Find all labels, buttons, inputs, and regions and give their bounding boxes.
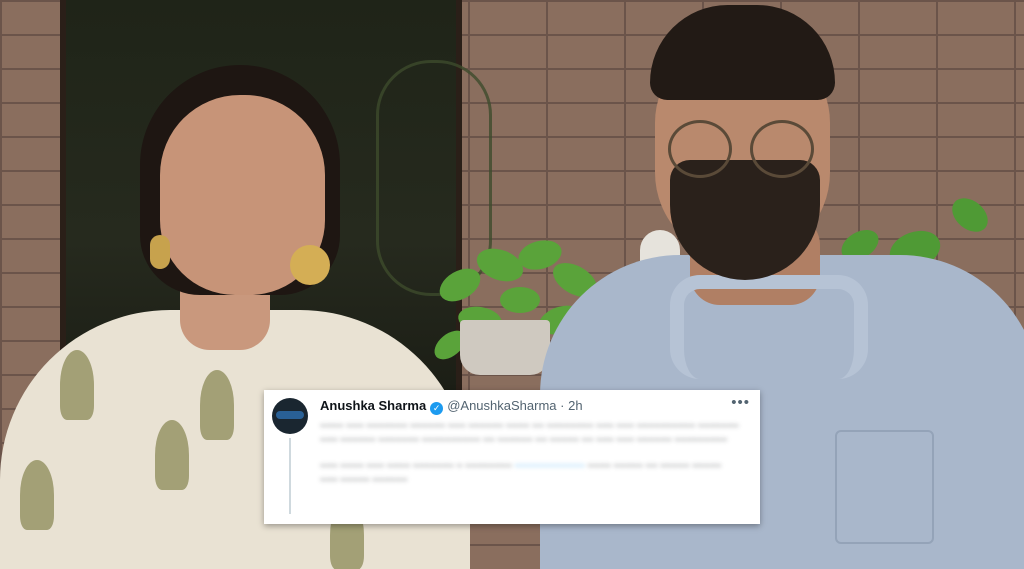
author-name[interactable]: Anushka Sharma	[320, 398, 426, 413]
author-handle[interactable]: @AnushkaSharma	[447, 398, 556, 413]
shirt-collar	[670, 275, 868, 379]
tweet-header: Anushka Sharma ✓ @AnushkaSharma · 2h	[320, 398, 583, 415]
kurta-motif	[20, 460, 54, 530]
tweet-timestamp[interactable]: 2h	[568, 398, 582, 413]
more-options-icon[interactable]: •••	[731, 394, 750, 411]
avatar-graphic	[276, 411, 304, 419]
kurta-motif	[200, 370, 234, 440]
tweet-card[interactable]: Anushka Sharma ✓ @AnushkaSharma · 2h ••• ~…	[264, 390, 760, 524]
glasses-lens-left	[668, 120, 732, 178]
profile-avatar-icon[interactable]	[272, 398, 308, 434]
kurta-motif	[60, 350, 94, 420]
shirt-pocket	[835, 430, 934, 544]
verified-badge-icon: ✓	[430, 402, 444, 415]
tweet-text-blurred: ~~~~ ~~~ ~~~~~~~ ~~~~~~ ~~~ ~~~~~~ ~~~~ …	[320, 421, 739, 486]
kurta-motif	[155, 420, 189, 490]
thread-line	[289, 438, 291, 514]
plant-vase	[460, 320, 550, 375]
meta-separator: ·	[560, 398, 565, 413]
glasses-lens-right	[750, 120, 814, 178]
earring-left	[150, 235, 170, 269]
earring-right	[290, 245, 330, 285]
